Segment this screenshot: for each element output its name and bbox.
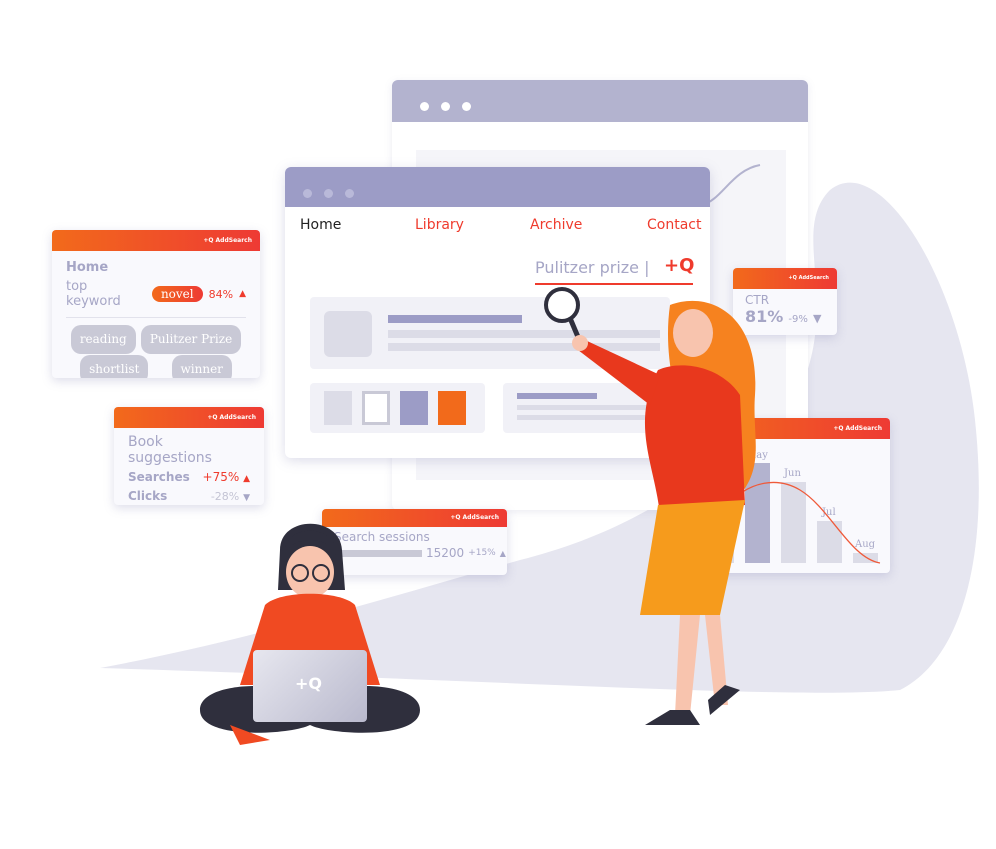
keyword-label: top keyword [66,279,121,309]
up-arrow-icon: ▲ [243,474,250,484]
addsearch-search-icon[interactable]: +Q [664,255,694,276]
nav-library[interactable]: Library [415,217,464,233]
laptop: +Q [253,650,367,722]
sessions-change: +15% [468,548,496,558]
keyword-change: 84% [208,287,234,301]
keywords-card: +Q AddSearch Home top keyword novel 84% ▲… [52,230,260,378]
down-arrow-icon: ▼ [812,312,822,325]
page-name: Home [66,260,109,275]
top-keyword-pill[interactable]: novel [151,286,203,302]
tag-pill[interactable]: Pulitzer Prize [140,325,242,354]
clicks-label: Clicks [128,489,168,503]
sessions-value: 15200 [426,546,465,560]
ctr-change: -9% [788,314,808,325]
searches-value: +75% [202,470,240,484]
back-browser-titlebar [392,80,808,122]
laptop-logo: +Q [295,674,323,693]
nav-home[interactable]: Home [300,217,341,233]
up-arrow-icon: ▲ [239,289,246,299]
suggestions-card: +Q AddSearch Book suggestions Searches +7… [114,407,264,505]
nav-archive[interactable]: Archive [530,217,582,233]
tag-pill[interactable]: winner [171,355,232,378]
front-browser-titlebar [285,167,710,207]
card-header: +Q AddSearch [114,407,264,428]
content-block-books [310,383,485,433]
suggestions-title: Book suggestions [128,434,212,466]
card-header: +Q AddSearch [52,230,260,251]
trend-line [702,164,761,206]
tag-pill[interactable]: reading [70,325,136,354]
up-arrow-icon: ▲ [499,548,506,558]
tag-pill[interactable]: shortlist [80,355,149,378]
search-value: Pulitzer prize | [535,258,650,277]
nav-contact[interactable]: Contact [647,217,701,233]
down-arrow-icon: ▼ [243,493,250,503]
clicks-value: -28% [210,490,240,503]
standing-woman-illustration [544,287,756,725]
searches-label: Searches [128,470,190,484]
